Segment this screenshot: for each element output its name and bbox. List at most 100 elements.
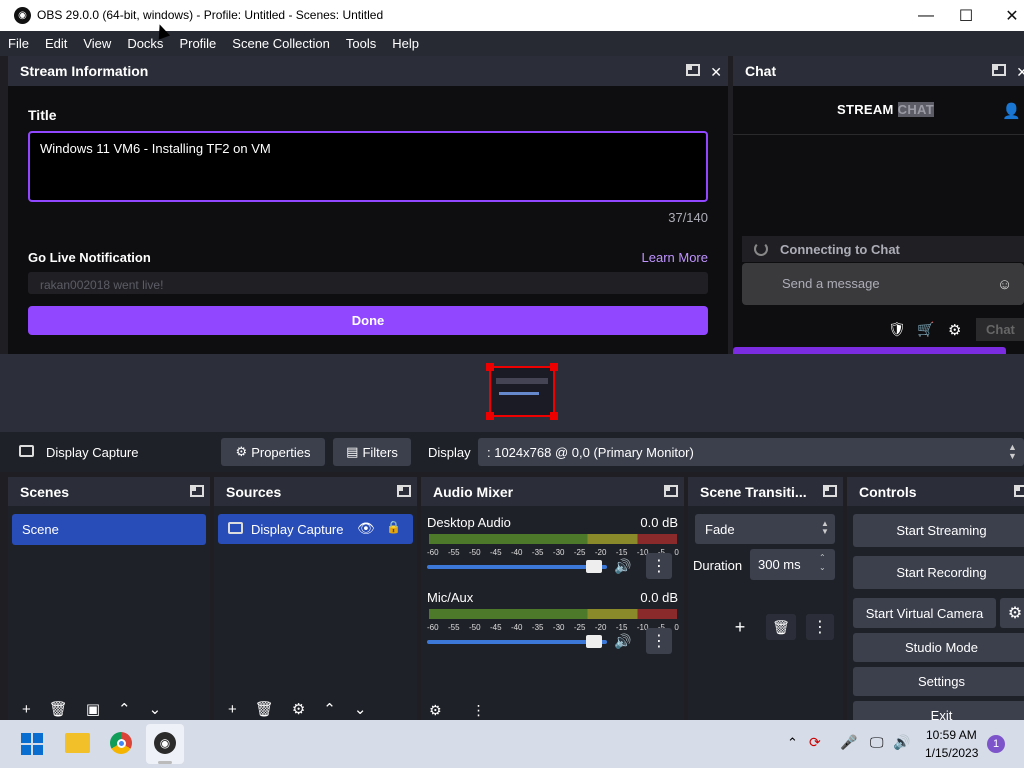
meter-tick-label: 0 — [674, 548, 679, 557]
volume-icon[interactable]: 🔊 — [893, 734, 910, 751]
dock-header: Controls — [847, 477, 1024, 507]
resize-handle[interactable] — [486, 363, 494, 371]
display-select[interactable]: : 1024x768 @ 0,0 (Primary Monitor) — [478, 438, 1024, 466]
meter-tick-label: -45 — [489, 623, 502, 632]
sources-dock: Sources Display Capture 👁 🔒 + 🗑 ⚙ ⌃ ⌄ — [214, 477, 417, 720]
source-item[interactable]: Display Capture 👁 🔒 — [218, 514, 413, 544]
gear-icon[interactable]: ⚙ — [948, 321, 961, 339]
meter-tick-label: -20 — [594, 548, 607, 557]
speaker-icon[interactable]: 🔊 — [614, 633, 631, 650]
resize-handle[interactable] — [486, 412, 494, 420]
undock-icon[interactable] — [190, 485, 204, 497]
add-scene-icon[interactable]: + — [22, 702, 31, 720]
shield-icon[interactable]: 🛡 — [888, 321, 906, 338]
volume-slider[interactable] — [427, 635, 607, 648]
advanced-audio-icon[interactable]: ⚙ — [429, 703, 442, 720]
scene-item[interactable]: Scene — [12, 514, 206, 545]
meter-tick-label: -55 — [447, 623, 460, 632]
close-window-button[interactable]: ✕ — [992, 3, 1024, 28]
maximize-button[interactable]: ☐ — [946, 3, 986, 28]
spin-arrows-icon[interactable]: ⌃ ⌄ — [819, 553, 826, 573]
volume-slider[interactable] — [427, 560, 607, 573]
file-explorer-icon[interactable] — [65, 733, 90, 753]
menu-help[interactable]: Help — [384, 36, 427, 51]
channel-menu-icon[interactable]: ⋮ — [646, 553, 672, 579]
filters-button[interactable]: ▤ Filters — [333, 438, 411, 466]
lock-icon[interactable]: 🔒 — [386, 520, 401, 534]
menu-profile[interactable]: Profile — [171, 36, 224, 51]
menu-edit[interactable]: Edit — [37, 36, 75, 51]
menu-view[interactable]: View — [75, 36, 119, 51]
speaker-icon[interactable]: 🔊 — [614, 558, 631, 575]
undock-icon[interactable] — [664, 485, 678, 497]
transition-select[interactable]: Fade — [695, 514, 835, 544]
remove-transition-icon[interactable]: 🗑 — [766, 614, 796, 640]
chevron-up-icon[interactable]: ⌃ — [787, 735, 798, 751]
preview-source-selection[interactable] — [486, 363, 558, 420]
add-source-icon[interactable]: + — [228, 702, 237, 720]
windows-start-icon[interactable] — [21, 733, 43, 755]
volume-slider-handle[interactable] — [586, 635, 602, 648]
chat-button[interactable]: Chat — [976, 318, 1024, 341]
chrome-icon[interactable] — [110, 732, 132, 754]
obs-taskbar-button[interactable]: ◉ — [146, 724, 184, 764]
move-up-icon[interactable]: ⌃ — [323, 702, 336, 720]
add-transition-icon[interactable]: + — [725, 614, 755, 640]
virtual-camera-settings-icon[interactable]: ⚙ — [1000, 598, 1024, 628]
emote-icon[interactable]: ☺ — [997, 276, 1012, 293]
menu-scene-collection[interactable]: Scene Collection — [224, 36, 338, 51]
undock-icon[interactable] — [1014, 485, 1024, 497]
transition-menu-icon[interactable]: ⋮ — [806, 614, 834, 640]
close-icon[interactable]: ✕ — [710, 64, 722, 81]
stream-title-input[interactable]: Windows 11 VM6 - Installing TF2 on VM — [28, 131, 708, 202]
start-streaming-button[interactable]: Start Streaming — [853, 514, 1024, 547]
undock-icon[interactable] — [686, 64, 701, 76]
undock-icon[interactable] — [992, 64, 1007, 76]
microphone-icon[interactable]: 🎤 — [840, 734, 857, 751]
undock-icon[interactable] — [397, 485, 411, 497]
sync-icon[interactable]: ⟳ — [809, 734, 821, 751]
remove-source-icon[interactable]: 🗑 — [255, 702, 274, 720]
source-properties-icon[interactable]: ⚙ — [292, 702, 305, 720]
meter-tick-label: -45 — [489, 548, 502, 557]
dock-header: Chat ✕ — [733, 56, 1024, 86]
close-icon[interactable]: ✕ — [1016, 64, 1024, 81]
spinner-icon — [754, 242, 768, 256]
channel-menu-icon[interactable]: ⋮ — [646, 628, 672, 654]
move-up-icon[interactable]: ⌃ — [118, 702, 131, 720]
move-down-icon[interactable]: ⌄ — [149, 702, 162, 720]
cart-icon[interactable]: 🛒 — [917, 321, 934, 338]
minimize-button[interactable]: — — [906, 3, 946, 28]
window-title: OBS 29.0.0 (64-bit, windows) - Profile: … — [37, 8, 384, 22]
move-down-icon[interactable]: ⌄ — [354, 702, 367, 720]
dock-header: Stream Information ✕ — [8, 56, 728, 86]
start-recording-button[interactable]: Start Recording — [853, 556, 1024, 589]
menu-file[interactable]: File — [0, 36, 37, 51]
done-button[interactable]: Done — [28, 306, 708, 335]
notification-badge[interactable]: 1 — [987, 735, 1005, 753]
studio-mode-button[interactable]: Studio Mode — [853, 633, 1024, 662]
mixer-menu-icon[interactable]: ⋮ — [472, 703, 486, 720]
settings-button[interactable]: Settings — [853, 667, 1024, 696]
resize-handle[interactable] — [550, 363, 558, 371]
users-icon[interactable]: 👤 — [1002, 102, 1021, 120]
menu-docks[interactable]: Docks — [119, 36, 171, 51]
remove-scene-icon[interactable]: 🗑 — [49, 702, 68, 720]
menu-tools[interactable]: Tools — [338, 36, 384, 51]
clock-date[interactable]: 1/15/2023 — [925, 746, 978, 760]
mixer-toolbar: ⚙ ⋮ — [429, 703, 486, 720]
undock-icon[interactable] — [823, 485, 837, 497]
resize-handle[interactable] — [550, 412, 558, 420]
start-virtual-camera-button[interactable]: Start Virtual Camera — [853, 598, 996, 628]
send-message-input[interactable]: Send a message — [742, 263, 1024, 305]
properties-button[interactable]: ⚙ Properties — [221, 438, 325, 466]
go-live-input[interactable]: rakan002018 went live! — [28, 272, 708, 294]
scene-filters-icon[interactable]: ▣ — [86, 702, 100, 720]
preview-canvas[interactable] — [0, 354, 1024, 432]
volume-slider-handle[interactable] — [586, 560, 602, 573]
learn-more-link[interactable]: Learn More — [642, 250, 708, 265]
eye-icon[interactable]: 👁 — [357, 520, 375, 537]
menu-bar: File Edit View Docks Profile Scene Colle… — [0, 31, 1024, 56]
clock-time[interactable]: 10:59 AM — [926, 728, 977, 742]
network-icon[interactable]: 🖵 — [870, 734, 884, 751]
